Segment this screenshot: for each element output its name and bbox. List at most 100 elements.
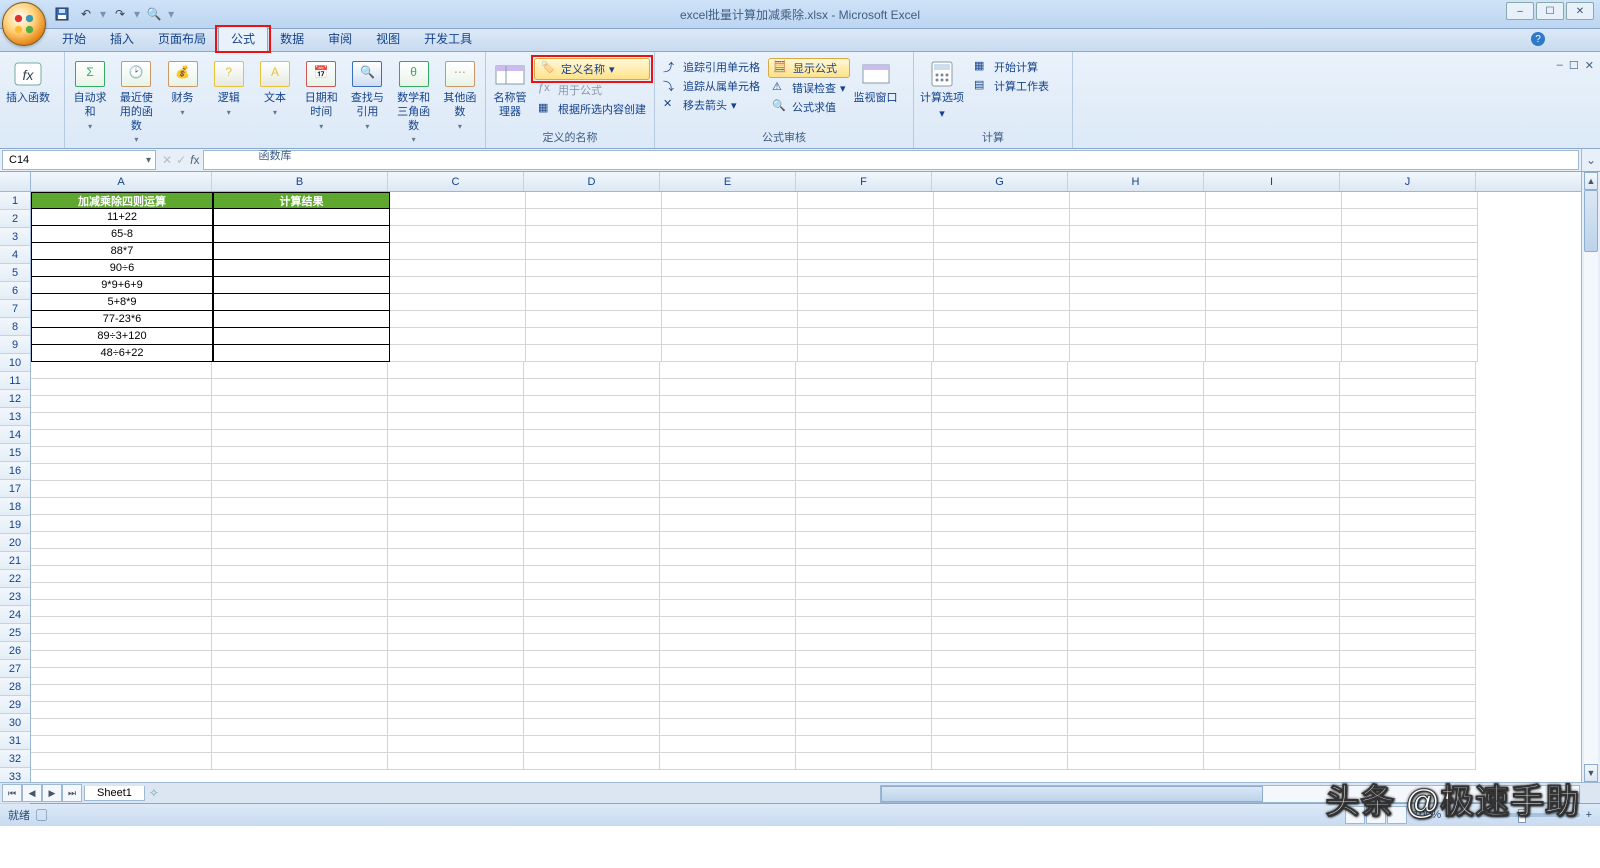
cell-J28[interactable] <box>1340 651 1476 668</box>
cell-B27[interactable] <box>212 634 388 651</box>
cell-E9[interactable] <box>662 328 798 345</box>
cell-A5[interactable]: 90÷6 <box>31 260 213 277</box>
cell-A34[interactable] <box>31 753 212 770</box>
cell-J12[interactable] <box>1340 379 1476 396</box>
cell-D1[interactable] <box>526 192 662 209</box>
row-hdr-29[interactable]: 29 <box>0 696 30 714</box>
cell-I12[interactable] <box>1204 379 1340 396</box>
row-hdr-25[interactable]: 25 <box>0 624 30 642</box>
cell-E27[interactable] <box>660 634 796 651</box>
lib-btn-8[interactable]: ⋯其他函数▾ <box>439 58 481 132</box>
cell-H8[interactable] <box>1070 311 1206 328</box>
cell-J11[interactable] <box>1340 362 1476 379</box>
cell-I13[interactable] <box>1204 396 1340 413</box>
scroll-up-icon[interactable]: ▲ <box>1584 172 1598 190</box>
cell-G4[interactable] <box>934 243 1070 260</box>
row-hdr-30[interactable]: 30 <box>0 714 30 732</box>
cell-F26[interactable] <box>796 617 932 634</box>
cell-H18[interactable] <box>1068 481 1204 498</box>
cell-C9[interactable] <box>390 328 526 345</box>
cell-D33[interactable] <box>524 736 660 753</box>
minimize-button[interactable]: – <box>1506 2 1534 20</box>
undo-icon[interactable]: ↶ <box>76 4 96 24</box>
cell-J10[interactable] <box>1342 345 1478 362</box>
name-box[interactable]: C14 <box>2 150 156 170</box>
cell-A31[interactable] <box>31 702 212 719</box>
cell-H9[interactable] <box>1070 328 1206 345</box>
show-formulas-button[interactable]: 🧮显示公式 <box>768 58 850 78</box>
cell-E16[interactable] <box>660 447 796 464</box>
cell-I16[interactable] <box>1204 447 1340 464</box>
cell-G12[interactable] <box>932 379 1068 396</box>
cell-J33[interactable] <box>1340 736 1476 753</box>
zoom-slider[interactable] <box>1460 813 1580 817</box>
cell-G16[interactable] <box>932 447 1068 464</box>
cell-J30[interactable] <box>1340 685 1476 702</box>
cell-F18[interactable] <box>796 481 932 498</box>
cell-B33[interactable] <box>212 736 388 753</box>
row-hdr-12[interactable]: 12 <box>0 390 30 408</box>
cell-J19[interactable] <box>1340 498 1476 515</box>
lib-btn-1[interactable]: 🕑最近使用的函数▾ <box>115 58 157 145</box>
cell-B30[interactable] <box>212 685 388 702</box>
cell-D12[interactable] <box>524 379 660 396</box>
cell-I28[interactable] <box>1204 651 1340 668</box>
col-hdr-I[interactable]: I <box>1204 172 1340 191</box>
cell-J16[interactable] <box>1340 447 1476 464</box>
first-sheet-icon[interactable]: ⏮ <box>2 784 22 802</box>
cell-I7[interactable] <box>1206 294 1342 311</box>
cell-D3[interactable] <box>526 226 662 243</box>
cell-H33[interactable] <box>1068 736 1204 753</box>
cell-D22[interactable] <box>524 549 660 566</box>
cell-I5[interactable] <box>1206 260 1342 277</box>
cell-B5[interactable] <box>213 260 390 277</box>
cell-A18[interactable] <box>31 481 212 498</box>
cell-I2[interactable] <box>1206 209 1342 226</box>
row-hdr-32[interactable]: 32 <box>0 750 30 768</box>
cell-I10[interactable] <box>1206 345 1342 362</box>
cell-D25[interactable] <box>524 600 660 617</box>
cell-I26[interactable] <box>1204 617 1340 634</box>
cell-B3[interactable] <box>213 226 390 243</box>
zoom-out-icon[interactable]: − <box>1447 809 1453 821</box>
cell-G10[interactable] <box>934 345 1070 362</box>
print-preview-icon[interactable]: 🔍 <box>144 4 164 24</box>
doc-close-button[interactable]: ✕ <box>1585 59 1594 72</box>
cell-I20[interactable] <box>1204 515 1340 532</box>
cell-D7[interactable] <box>526 294 662 311</box>
cell-D10[interactable] <box>526 345 662 362</box>
cell-H28[interactable] <box>1068 651 1204 668</box>
cell-C29[interactable] <box>388 668 524 685</box>
cell-I32[interactable] <box>1204 719 1340 736</box>
cell-B26[interactable] <box>212 617 388 634</box>
cell-B28[interactable] <box>212 651 388 668</box>
cell-E6[interactable] <box>662 277 798 294</box>
cell-G32[interactable] <box>932 719 1068 736</box>
cell-C33[interactable] <box>388 736 524 753</box>
cell-B18[interactable] <box>212 481 388 498</box>
row-hdr-17[interactable]: 17 <box>0 480 30 498</box>
cell-C16[interactable] <box>388 447 524 464</box>
cell-A1[interactable]: 加减乘除四则运算 <box>31 192 213 209</box>
cell-G20[interactable] <box>932 515 1068 532</box>
row-hdr-4[interactable]: 4 <box>0 246 30 264</box>
calculate-sheet-button[interactable]: ▤计算工作表 <box>970 77 1053 95</box>
cell-C5[interactable] <box>390 260 526 277</box>
cell-G22[interactable] <box>932 549 1068 566</box>
sheet-tab[interactable]: Sheet1 <box>84 786 145 801</box>
cell-D28[interactable] <box>524 651 660 668</box>
cell-G25[interactable] <box>932 600 1068 617</box>
cell-D18[interactable] <box>524 481 660 498</box>
col-hdr-H[interactable]: H <box>1068 172 1204 191</box>
cell-F13[interactable] <box>796 396 932 413</box>
cell-C31[interactable] <box>388 702 524 719</box>
cell-B13[interactable] <box>212 396 388 413</box>
cell-E5[interactable] <box>662 260 798 277</box>
cell-G3[interactable] <box>934 226 1070 243</box>
cell-H10[interactable] <box>1070 345 1206 362</box>
horizontal-scrollbar[interactable] <box>880 785 1580 803</box>
cell-G18[interactable] <box>932 481 1068 498</box>
last-sheet-icon[interactable]: ⏭ <box>62 784 82 802</box>
cell-C21[interactable] <box>388 532 524 549</box>
cell-J27[interactable] <box>1340 634 1476 651</box>
